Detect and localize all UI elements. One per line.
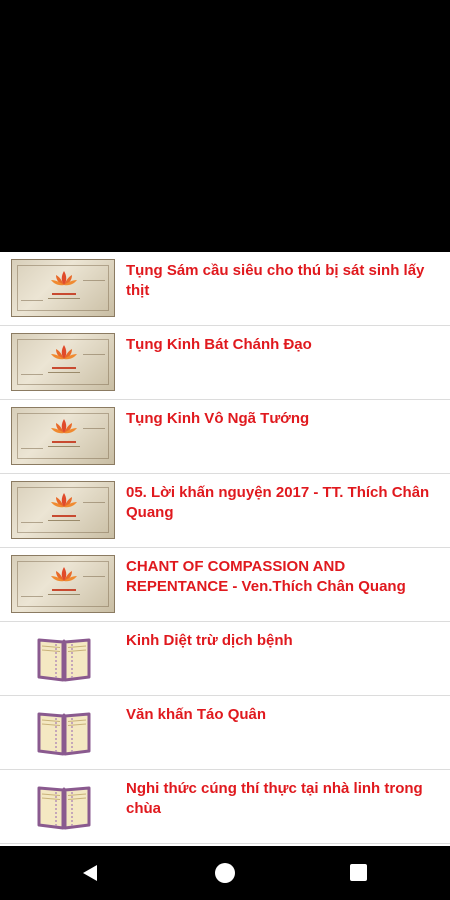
lotus-thumbnail [11,333,115,391]
list-item[interactable]: CHANT OF COMPASSION AND REPENTANCE - Ven… [0,548,450,622]
item-title: 05. Lời khấn nguyện 2017 - TT. Thích Châ… [126,484,430,521]
lotus-thumbnail [11,555,115,613]
list-item[interactable]: Kinh Diệt trừ dịch bệnh [0,622,450,696]
item-title: CHANT OF COMPASSION AND REPENTANCE - Ven… [126,558,406,595]
item-title: Văn khấn Táo Quân [126,706,267,723]
back-icon[interactable] [83,865,97,881]
item-title: Nghi thức cúng thí thực tại nhà linh tro… [126,780,423,817]
list-item[interactable]: Nghi thức cúng thí thực tại nhà linh tro… [0,770,450,844]
lotus-thumbnail [11,407,115,465]
lotus-icon [51,271,77,286]
item-title: Tụng Sám cầu siêu cho thú bị sát sinh lấ… [126,262,425,299]
list-item[interactable]: Tụng Kinh Bát Chánh Đạo [0,326,450,400]
list-item[interactable]: Văn khấn Táo Quân [0,696,450,770]
navigation-bar [0,846,450,900]
lotus-thumbnail [11,259,115,317]
lotus-icon [51,419,77,434]
item-title: Tụng Kinh Vô Ngã Tướng [126,410,310,427]
item-title: Kinh Diệt trừ dịch bệnh [126,632,293,649]
book-icon [37,712,91,756]
lotus-icon [51,345,77,360]
list-item[interactable]: Tụng Kinh Vô Ngã Tướng [0,400,450,474]
list-item[interactable]: 05. Lời khấn nguyện 2017 - TT. Thích Châ… [0,474,450,548]
recent-apps-icon[interactable] [350,864,367,881]
item-title: Tụng Kinh Bát Chánh Đạo [126,336,312,353]
status-area [0,0,450,252]
item-list[interactable]: Tụng Sám cầu siêu cho thú bị sát sinh lấ… [0,252,450,846]
lotus-icon [51,493,77,508]
book-icon [37,638,91,682]
list-item[interactable]: Tụng Sám cầu siêu cho thú bị sát sinh lấ… [0,252,450,326]
lotus-thumbnail [11,481,115,539]
lotus-icon [51,567,77,582]
book-icon [37,786,91,830]
home-icon[interactable] [215,863,235,883]
